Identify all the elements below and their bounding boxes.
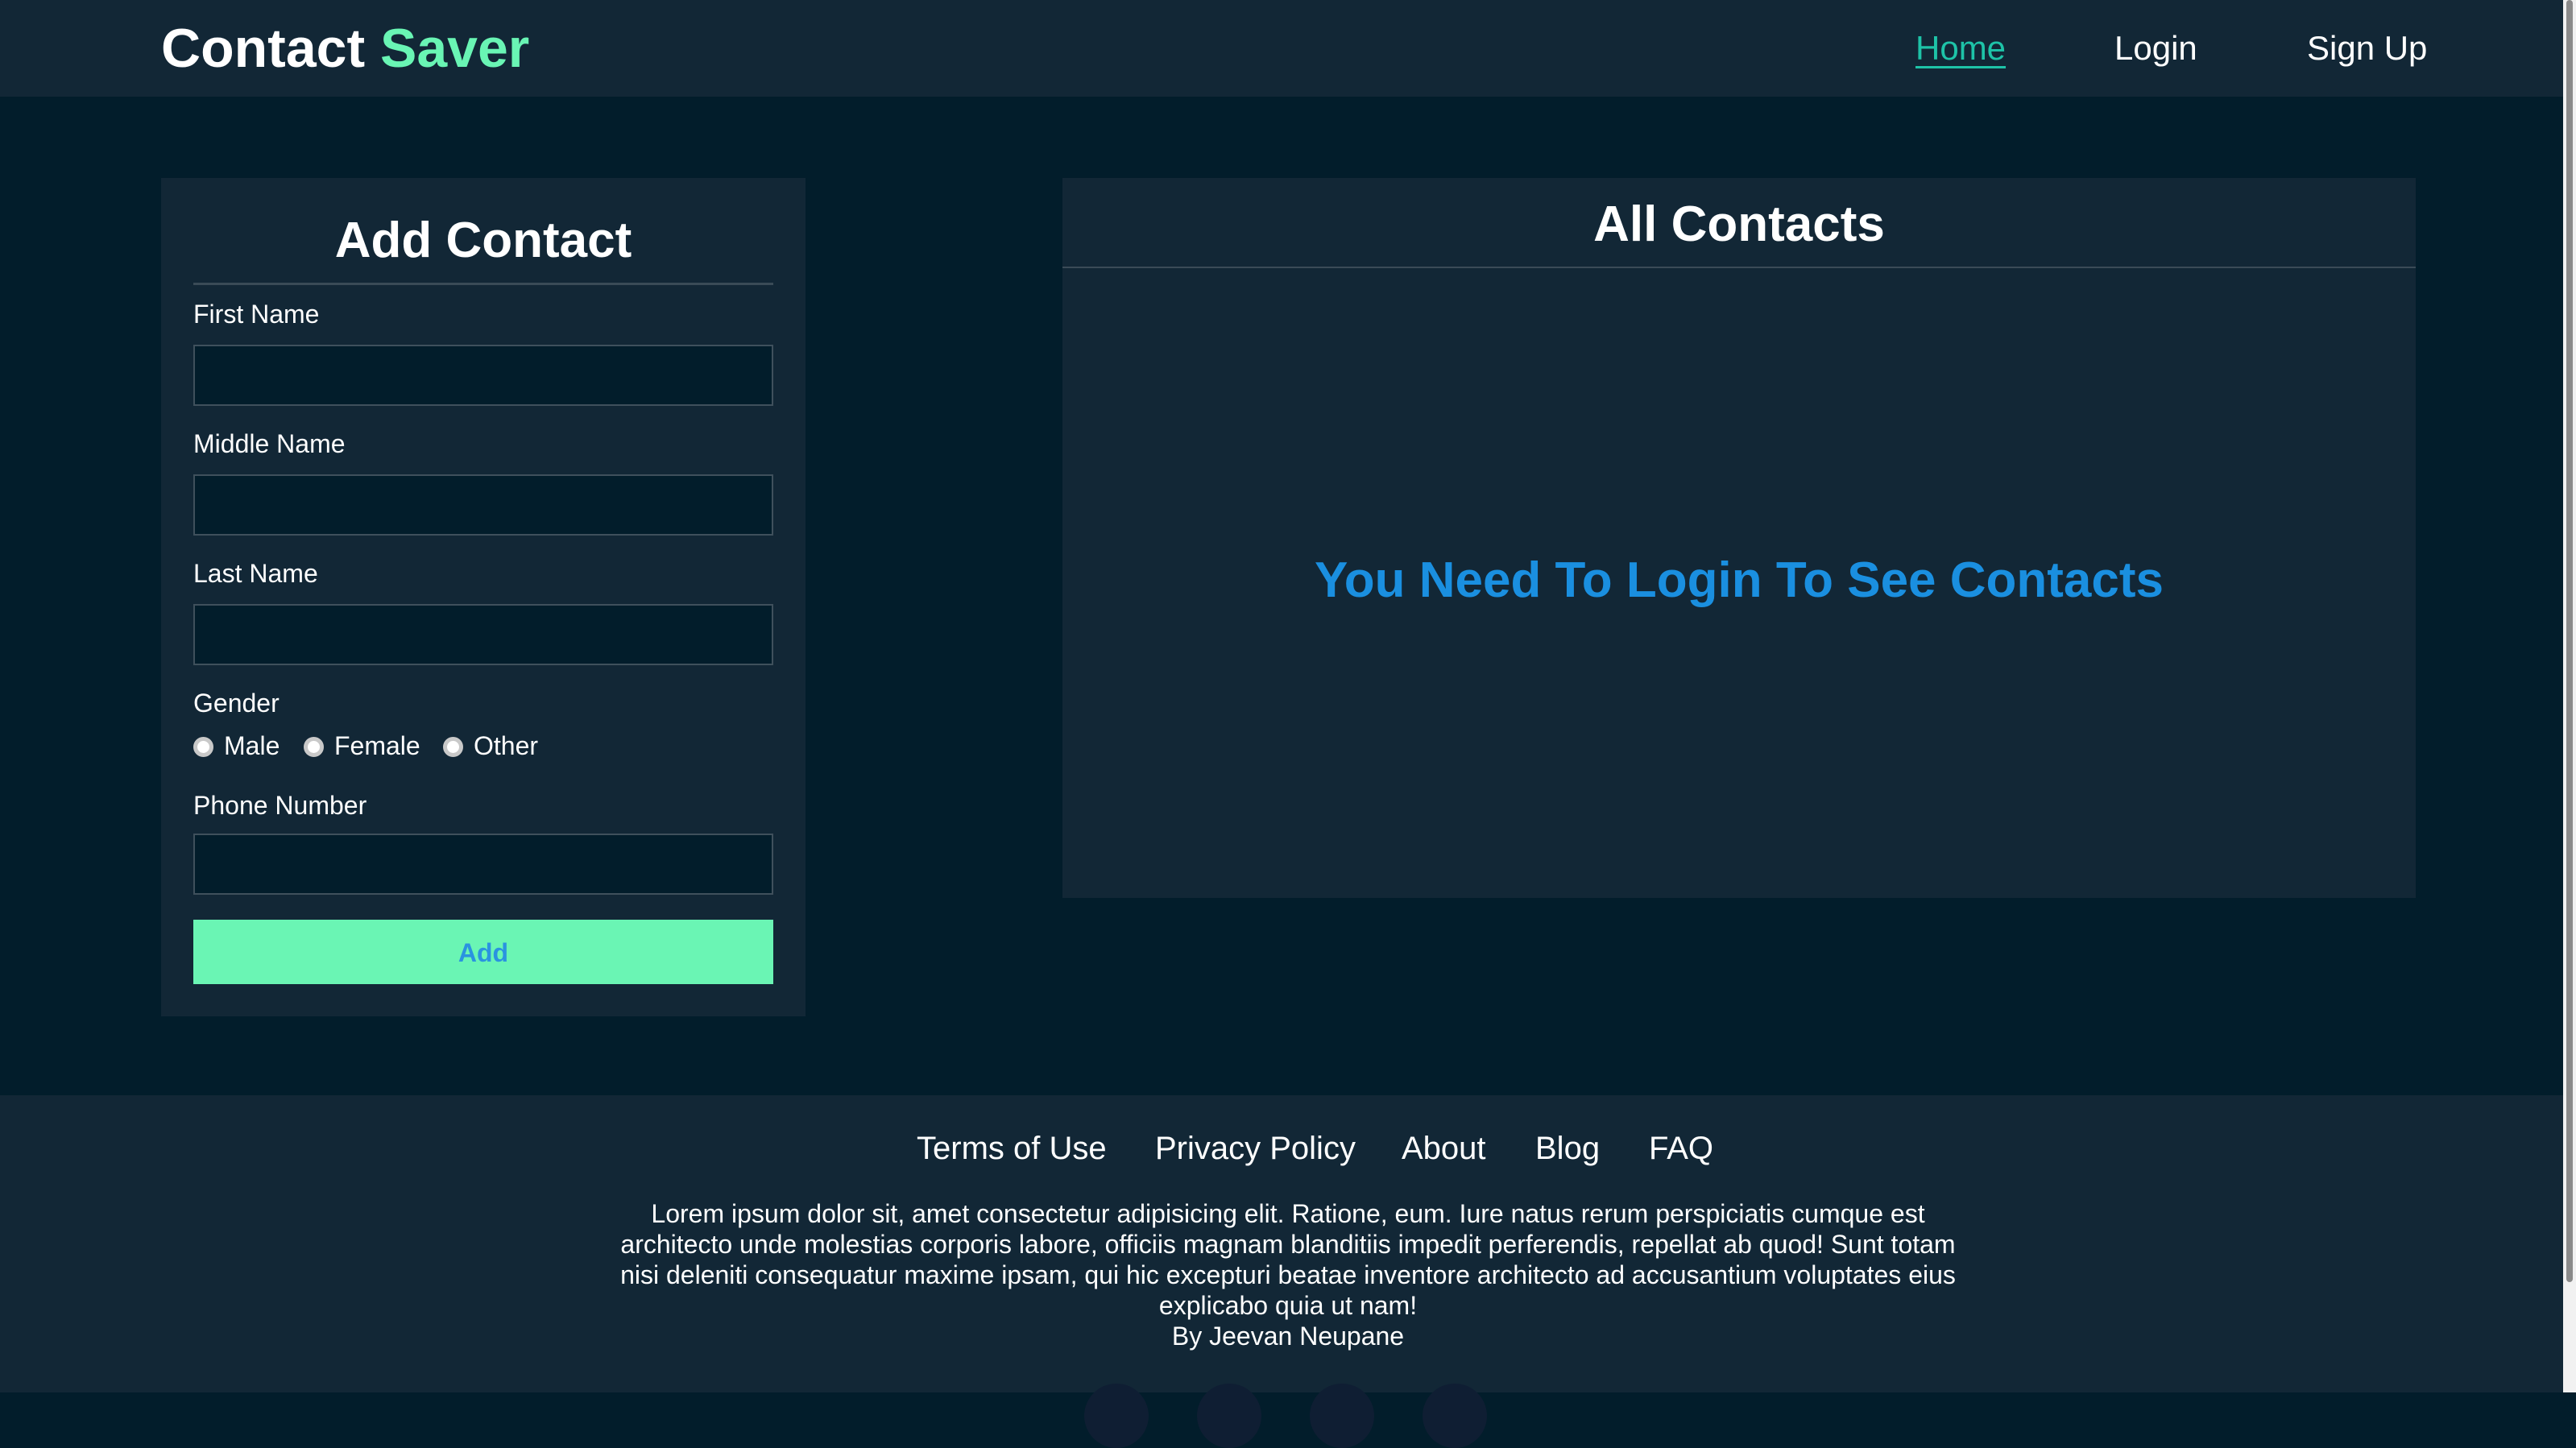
gender-label: Gender [193,689,280,718]
first-name-input[interactable] [193,345,773,406]
site-logo[interactable]: Contact Saver [161,14,529,82]
middle-name-input[interactable] [193,474,773,536]
phone-number-label: Phone Number [193,791,367,820]
logo-text: Contact [161,18,380,79]
form-divider [193,283,773,285]
footer-link-faq[interactable]: FAQ [1649,1127,1713,1169]
middle-name-label: Middle Name [193,429,346,458]
gender-option-label: Female [334,731,420,760]
social-icon[interactable] [1310,1384,1374,1448]
site-header: Contact Saver Home Login Sign Up [0,0,2576,97]
footer-link-about[interactable]: About [1402,1127,1486,1169]
radio-button-icon[interactable] [193,737,213,757]
social-icon[interactable] [1197,1384,1261,1448]
radio-button-icon[interactable] [304,737,324,757]
contacts-divider [1062,267,2416,268]
last-name-label: Last Name [193,559,318,588]
all-contacts-title: All Contacts [1593,197,1885,252]
add-contact-button[interactable]: Add [193,920,773,984]
social-icon[interactable] [1084,1384,1149,1448]
footer-link-blog[interactable]: Blog [1535,1127,1600,1169]
logo-accent-text: Saver [380,18,530,79]
footer-link-terms[interactable]: Terms of Use [917,1127,1107,1169]
footer-link-privacy[interactable]: Privacy Policy [1155,1127,1356,1169]
gender-radio-group: Male Female Other [193,730,773,762]
social-icon[interactable] [1423,1384,1487,1448]
nav-login-link[interactable]: Login [2114,24,2197,72]
nav-home-link[interactable]: Home [1915,24,2006,72]
footer-author: By Jeevan Neupane [1171,1322,1405,1351]
radio-button-icon[interactable] [443,737,463,757]
scrollbar-thumb[interactable] [2566,0,2573,1282]
gender-option-label: Other [474,731,539,760]
first-name-label: First Name [193,300,320,329]
nav-signup-link[interactable]: Sign Up [2307,24,2427,72]
all-contacts-card: All Contacts You Need To Login To See Co… [1062,178,2416,898]
phone-number-input[interactable] [193,834,773,895]
footer-description: Lorem ipsum dolor sit, amet consectetur … [620,1199,1956,1320]
last-name-input[interactable] [193,604,773,665]
login-required-message: You Need To Login To See Contacts [1314,552,2164,608]
add-contact-card: Add Contact First Name Middle Name Last … [161,178,806,1016]
gender-option-label: Male [224,731,280,760]
add-contact-title: Add Contact [334,213,632,268]
site-footer: Terms of Use Privacy Policy About Blog F… [0,1095,2576,1392]
